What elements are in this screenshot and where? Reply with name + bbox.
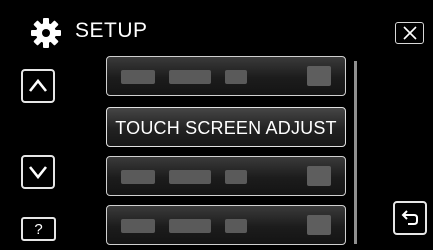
page-title: SETUP [75,19,148,42]
setup-screen: SETUP ? TOUCH SCREEN ADJUST [0,0,433,250]
chevron-down-icon [28,166,48,180]
menu-item-label: TOUCH SCREEN ADJUST [115,118,337,138]
close-icon [403,26,417,40]
obscured-value [307,66,331,86]
menu-item-obscured-3[interactable] [106,205,346,245]
back-button[interactable] [393,201,427,235]
scroll-up-button[interactable] [21,69,55,103]
scrollbar[interactable] [354,61,357,244]
close-button[interactable] [395,22,424,44]
chevron-up-icon [28,78,48,92]
help-button[interactable]: ? [21,217,56,241]
back-arrow-icon [401,210,418,225]
obscured-value [307,215,331,235]
obscured-value [307,166,331,186]
menu-item-obscured-1[interactable] [106,56,346,96]
menu-item-obscured-2[interactable] [106,156,346,196]
scroll-down-button[interactable] [21,155,55,189]
menu-item-touch-screen-adjust[interactable]: TOUCH SCREEN ADJUST [106,107,346,147]
gear-icon [30,17,62,49]
